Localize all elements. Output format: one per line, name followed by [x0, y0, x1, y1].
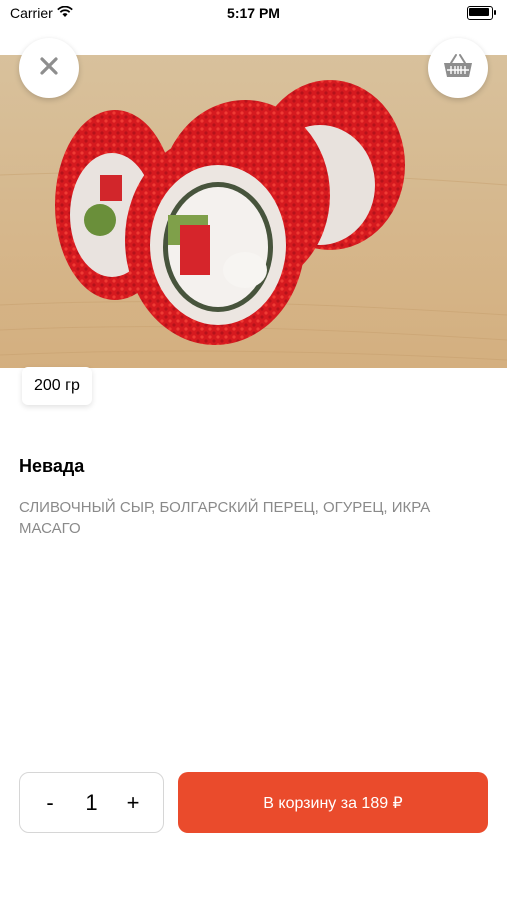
weight-badge: 200 гр — [22, 367, 92, 405]
product-title: Невада — [19, 456, 85, 476]
add-to-cart-button[interactable]: В корзину за 189 ₽ — [178, 772, 488, 833]
quantity-value: 1 — [85, 789, 98, 815]
status-time: 5:17 PM — [227, 5, 280, 21]
product-description: СЛИВОЧНЫЙ СЫР, БОЛГАРСКИЙ ПЕРЕЦ, ОГУРЕЦ,… — [19, 499, 431, 537]
weight-label: 200 гр — [34, 377, 80, 394]
close-icon — [38, 55, 60, 82]
add-to-cart-label: В корзину за 189 ₽ — [263, 794, 403, 812]
battery-icon — [467, 6, 497, 20]
quantity-stepper: - 1 + — [19, 772, 164, 833]
close-button[interactable] — [19, 38, 79, 98]
status-bar: Carrier 5:17 PM — [0, 0, 507, 28]
product-image — [0, 55, 507, 368]
basket-button[interactable] — [428, 38, 488, 98]
decrease-button[interactable]: - — [40, 790, 60, 816]
increase-button[interactable]: + — [123, 790, 143, 816]
sushi-illustration — [0, 55, 507, 368]
basket-icon — [442, 52, 474, 85]
